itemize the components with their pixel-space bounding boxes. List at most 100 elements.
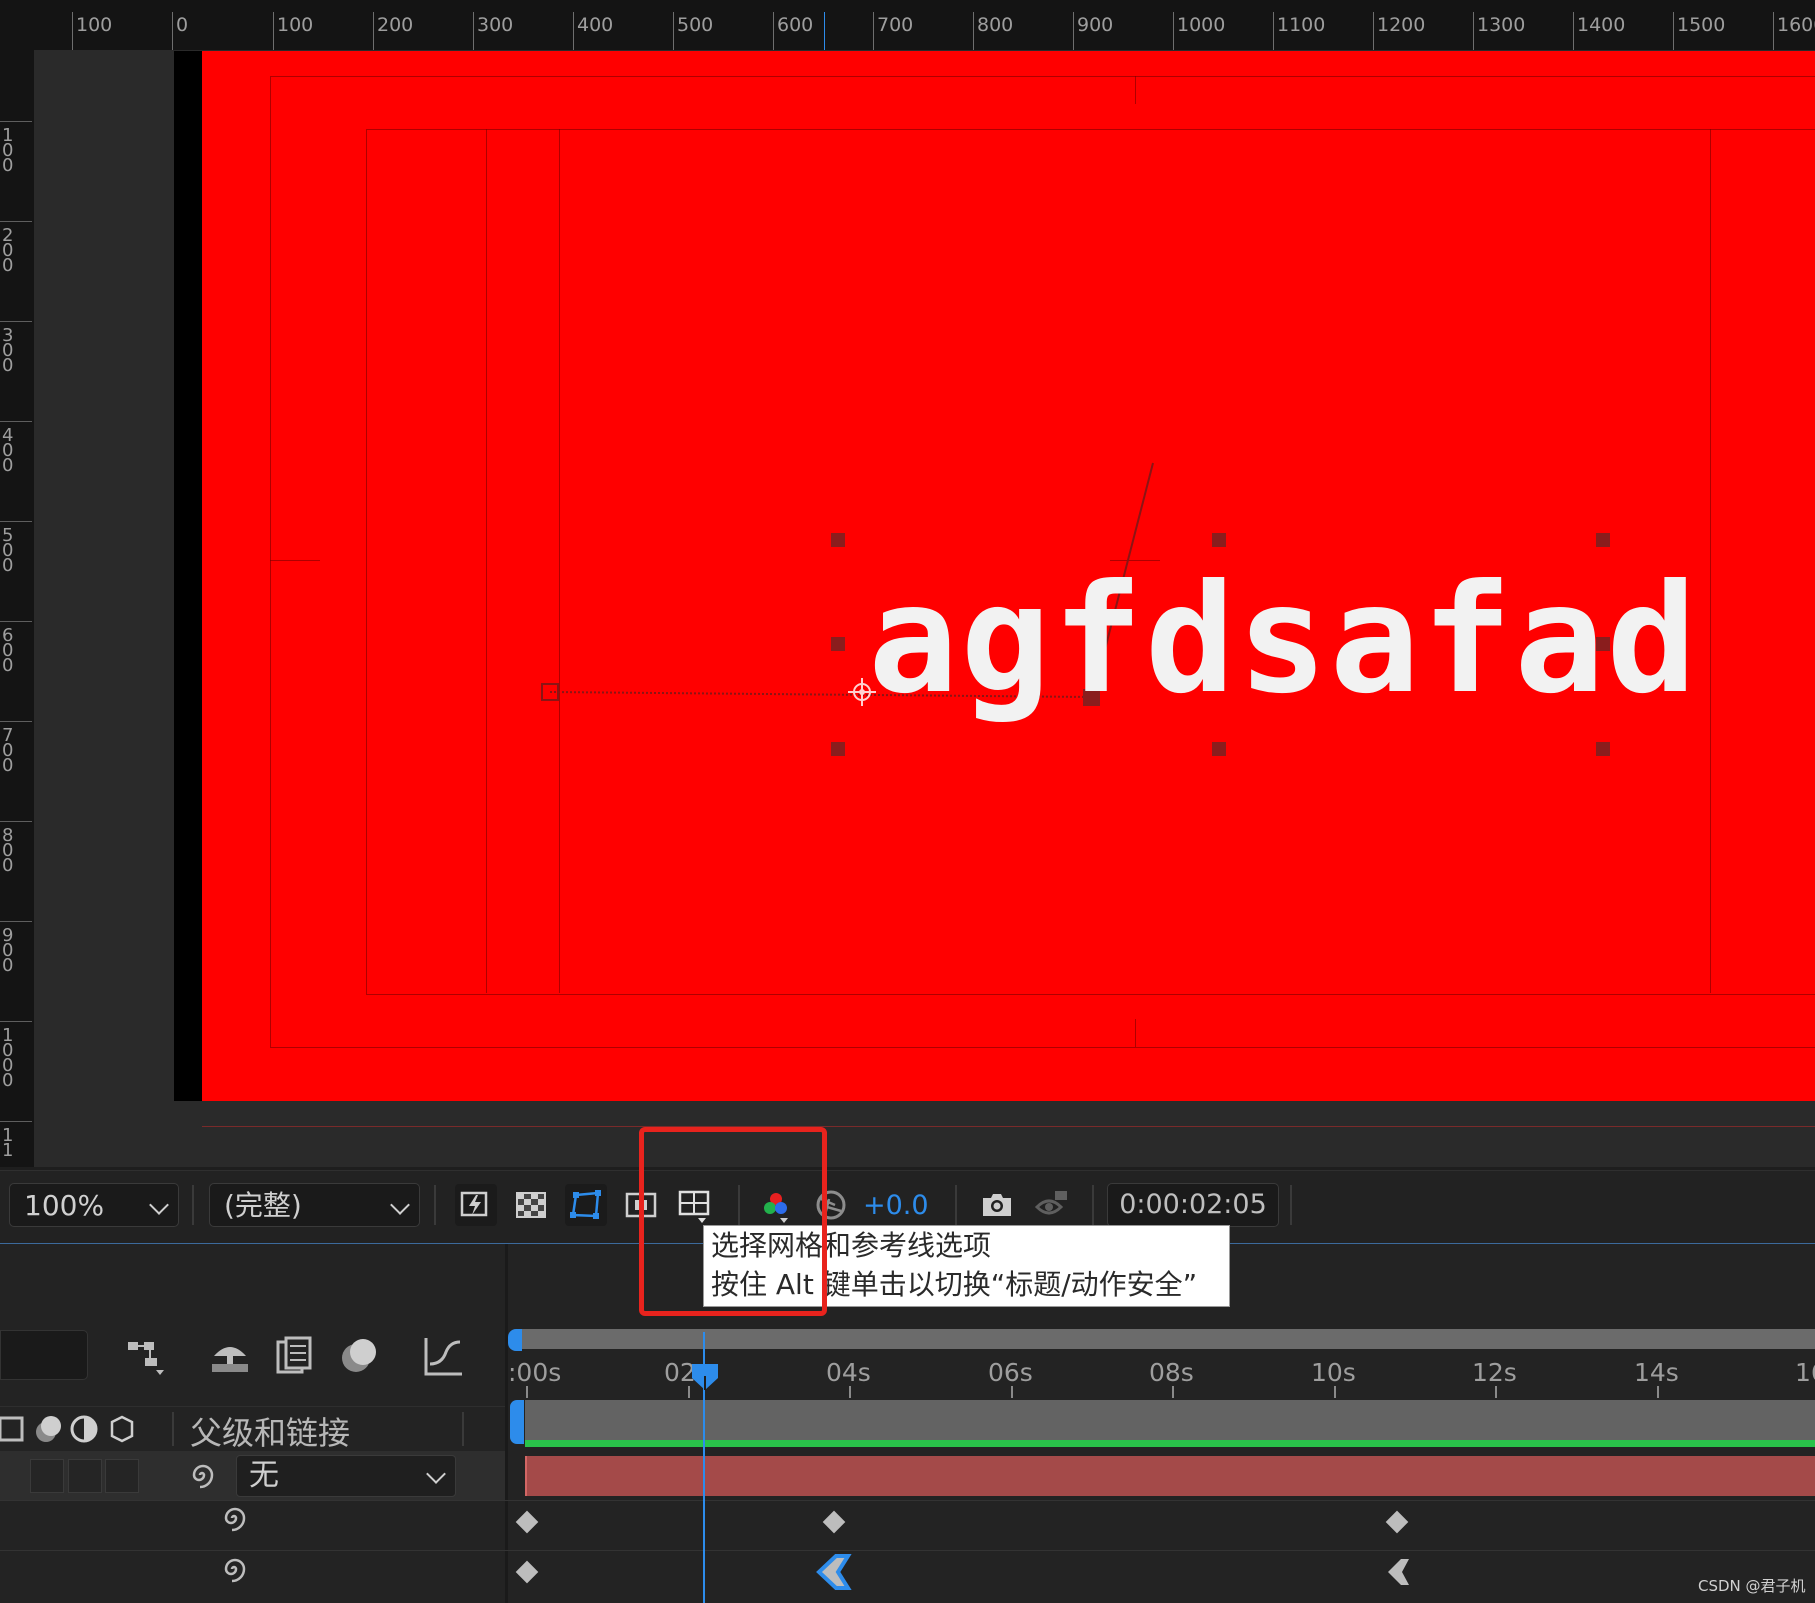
time-label: 12s	[1472, 1358, 1517, 1387]
layer-switch[interactable]	[30, 1459, 64, 1493]
time-navigator-start-handle[interactable]	[508, 1329, 522, 1351]
time-tick	[1657, 1386, 1659, 1398]
time-label: 08s	[1149, 1358, 1194, 1387]
ruler-label: 1000	[1177, 14, 1226, 36]
text-layer[interactable]: agfdsafad	[868, 565, 1699, 715]
playhead-marker-icon[interactable]	[690, 1362, 720, 1392]
ruler-label: 500	[677, 14, 714, 36]
selected-keyframe-icon[interactable]	[814, 1553, 854, 1591]
ruler-label: 1200	[1377, 14, 1426, 36]
render-cache-indicator	[525, 1440, 1815, 1447]
transparency-grid-icon	[516, 1192, 546, 1218]
pick-whip-icon[interactable]	[218, 1502, 250, 1534]
resolution-value: (完整)	[224, 1189, 302, 1222]
parent-dropdown[interactable]: 无	[236, 1455, 456, 1497]
composition-flowchart-icon[interactable]	[124, 1334, 168, 1378]
show-snapshot-button[interactable]	[1030, 1184, 1072, 1226]
chevron-down-icon	[426, 1464, 446, 1484]
fast-previews-button[interactable]	[455, 1184, 497, 1226]
time-label: 04s	[826, 1358, 871, 1387]
motion-blur-icon[interactable]	[338, 1334, 382, 1378]
row-divider	[0, 1500, 1815, 1501]
column-divider	[462, 1412, 464, 1446]
pick-whip-icon[interactable]	[218, 1553, 250, 1585]
frame-blending-icon[interactable]	[272, 1334, 316, 1378]
toolbar-divider	[1290, 1185, 1292, 1225]
ruler-label: 400	[577, 14, 614, 36]
transform-handle[interactable]	[1212, 533, 1226, 547]
center-cut-guide	[1710, 129, 1711, 993]
time-label: 16	[1795, 1358, 1815, 1387]
layer-search-input[interactable]	[0, 1330, 88, 1380]
work-area-start-handle[interactable]	[510, 1400, 524, 1444]
time-tick	[1011, 1386, 1013, 1398]
ruler-label: 900	[2, 925, 14, 976]
transform-handle[interactable]	[1596, 533, 1610, 547]
center-mark	[1135, 76, 1136, 104]
ruler-label: 800	[2, 825, 14, 876]
time-label: 06s	[988, 1358, 1033, 1387]
ruler-label: 300	[477, 14, 514, 36]
layer-switch[interactable]	[105, 1459, 139, 1493]
transform-handle[interactable]	[831, 637, 845, 651]
toolbar-divider	[1092, 1185, 1094, 1225]
take-snapshot-button[interactable]	[975, 1184, 1017, 1226]
vertical-ruler[interactable]: 100 200 300 400 500 600 700 800 900 1000…	[0, 50, 35, 1167]
center-mark	[1135, 1019, 1136, 1047]
graph-editor-icon[interactable]	[422, 1334, 466, 1378]
transform-handle[interactable]	[831, 533, 845, 547]
viewer-boundary	[202, 1126, 1815, 1127]
toolbar-divider	[955, 1185, 957, 1225]
ruler-label: 500	[2, 525, 14, 576]
transform-handle[interactable]	[1596, 742, 1610, 756]
parent-link-column-label[interactable]: 父级和链接	[190, 1408, 350, 1454]
transform-handle[interactable]	[1212, 742, 1226, 756]
time-tick	[526, 1386, 528, 1398]
ruler-label: 900	[1077, 14, 1114, 36]
ruler-label: 1300	[1477, 14, 1526, 36]
work-area-bar[interactable]	[525, 1400, 1815, 1444]
toolbar-divider	[192, 1185, 194, 1225]
magnification-value: 100%	[24, 1189, 105, 1222]
layer-switch[interactable]	[68, 1459, 102, 1493]
show-snapshot-icon	[1035, 1191, 1067, 1215]
ruler-label: 200	[377, 14, 414, 36]
pick-whip-icon[interactable]	[186, 1459, 218, 1491]
mask-path-visibility-button[interactable]	[565, 1184, 607, 1226]
ease-keyframe-icon[interactable]	[1385, 1557, 1413, 1587]
ruler-label: 0	[176, 14, 189, 36]
ruler-label: 600	[777, 14, 814, 36]
time-tick	[849, 1386, 851, 1398]
column-divider	[172, 1412, 174, 1446]
transparency-grid-button[interactable]	[510, 1184, 552, 1226]
horizontal-ruler[interactable]: 100 0 100 200 300 400 500 600 700 800 90…	[0, 0, 1815, 51]
ruler-label: 11	[2, 1125, 14, 1161]
ruler-label: 100	[2, 125, 14, 176]
toolbar-divider	[434, 1185, 436, 1225]
resolution-dropdown[interactable]: (完整)	[209, 1183, 420, 1227]
transform-handle[interactable]	[831, 742, 845, 756]
time-tick	[1495, 1386, 1497, 1398]
time-navigator-bar[interactable]	[510, 1329, 1815, 1349]
annotation-highlight-box	[639, 1127, 827, 1316]
ruler-label: 600	[2, 625, 14, 676]
shy-layers-icon[interactable]	[208, 1334, 252, 1378]
fast-previews-icon	[460, 1191, 488, 1217]
pasteboard-edge	[174, 51, 202, 1101]
ruler-label: 1600	[1777, 14, 1815, 36]
magnification-dropdown[interactable]: 100%	[9, 1183, 179, 1227]
layer-duration-bar[interactable]	[525, 1456, 1815, 1496]
ruler-label: 300	[2, 325, 14, 376]
anchor-point-icon[interactable]	[848, 678, 876, 706]
ruler-label: 400	[2, 425, 14, 476]
mask-path-visibility-icon	[570, 1190, 601, 1219]
exposure-value[interactable]: +0.0	[863, 1190, 929, 1221]
current-time-display[interactable]: 0:00:02:05	[1107, 1183, 1279, 1227]
row-divider	[0, 1550, 1815, 1551]
center-cut-guide	[486, 129, 487, 993]
time-label: :00s	[508, 1358, 562, 1387]
ruler-label: 700	[2, 725, 14, 776]
ruler-label: 800	[977, 14, 1014, 36]
ruler-label: 1000	[2, 1025, 14, 1091]
transform-handle[interactable]	[1596, 637, 1610, 651]
